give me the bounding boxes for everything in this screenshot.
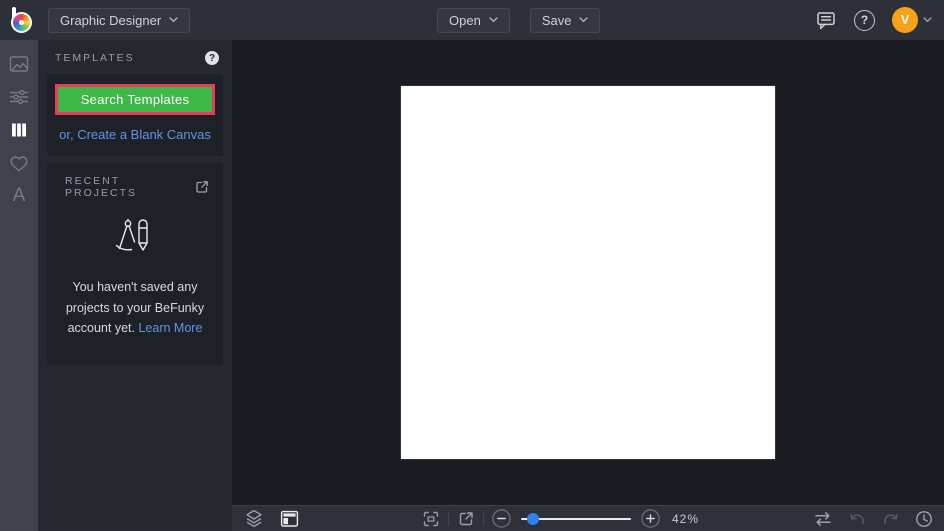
- sidebar-item-favorites[interactable]: [0, 146, 38, 179]
- tool-rail: A: [0, 40, 38, 531]
- empty-line-1: You haven't saved any: [72, 280, 198, 294]
- text-tool-icon: A: [12, 185, 26, 206]
- question-mark-icon: ?: [860, 13, 869, 27]
- panel-header-row: TEMPLATES ?: [38, 40, 232, 74]
- panel-title: TEMPLATES: [55, 52, 135, 64]
- empty-line-2: projects to your BeFunky: [65, 300, 205, 315]
- zoom-level-value: 42%: [672, 511, 700, 526]
- logo-color-wheel-icon: [11, 12, 32, 33]
- heart-icon: [10, 155, 28, 171]
- undo-button[interactable]: [849, 511, 866, 527]
- toolbar-divider: [448, 511, 449, 526]
- redo-icon: [884, 513, 898, 524]
- search-templates-button[interactable]: Search Templates: [58, 87, 212, 112]
- save-button-label: Save: [541, 12, 572, 28]
- image-icon: [9, 55, 29, 72]
- templates-section: Search Templates or, Create a Blank Canv…: [47, 74, 223, 156]
- question-mark-icon: ?: [208, 52, 216, 64]
- recent-projects-title: RECENT PROJECTS: [65, 175, 138, 199]
- toolbar-history-group: [813, 506, 933, 531]
- design-canvas[interactable]: [401, 86, 775, 459]
- sidebar-item-text[interactable]: A: [0, 179, 38, 212]
- main-area: A TEMPLATES ? Search Templates or, Creat…: [0, 40, 944, 531]
- chat-bubble-icon: [817, 12, 835, 30]
- template-manager-button[interactable]: [280, 510, 299, 528]
- bottom-toolbar: 42%: [232, 505, 944, 531]
- layout-icon: [280, 510, 299, 527]
- history-clock-icon: [916, 510, 932, 527]
- avatar-initial: V: [900, 13, 910, 27]
- templates-panel: TEMPLATES ? Search Templates or, Create …: [38, 40, 232, 531]
- save-button[interactable]: Save: [529, 7, 601, 33]
- plus-circle-icon: [641, 509, 660, 528]
- zoom-slider-thumb[interactable]: [527, 512, 540, 525]
- zoom-in-button[interactable]: [641, 509, 660, 528]
- open-in-new-icon: [459, 511, 473, 525]
- external-link-icon: [196, 181, 208, 193]
- history-button[interactable]: [915, 510, 933, 528]
- layers-button[interactable]: [245, 509, 263, 528]
- empty-state-text: You haven't saved any projects to your B…: [57, 277, 213, 339]
- empty-line-3: account yet.: [67, 321, 135, 336]
- open-button-label: Open: [449, 12, 481, 28]
- compare-arrows-icon: [815, 511, 831, 526]
- learn-more-link[interactable]: Learn More: [138, 321, 202, 335]
- sidebar-item-customize[interactable]: [0, 80, 38, 113]
- chevron-down-icon: [923, 17, 932, 23]
- compare-button[interactable]: [813, 511, 833, 527]
- chevron-down-icon: [489, 17, 498, 23]
- fit-to-screen-button[interactable]: [422, 510, 440, 528]
- recent-projects-section: RECENT PROJECTS You haven't saved any pr…: [47, 163, 223, 365]
- canvas-workspace: 42%: [232, 40, 944, 531]
- topbar-right: ? V: [815, 7, 932, 33]
- zoom-slider[interactable]: [521, 512, 631, 525]
- toolbar-zoom-group: 42%: [422, 506, 699, 531]
- templates-help-button[interactable]: ?: [205, 51, 219, 65]
- befunky-logo[interactable]: [10, 6, 36, 34]
- toolbar-divider: [483, 511, 484, 526]
- zoom-out-button[interactable]: [492, 509, 511, 528]
- create-blank-canvas-link[interactable]: or, Create a Blank Canvas: [55, 127, 215, 142]
- drafting-compass-pencil-icon: [115, 218, 148, 251]
- recent-projects-empty-state: You haven't saved any projects to your B…: [57, 217, 213, 339]
- sidebar-item-templates[interactable]: [0, 113, 38, 146]
- sliders-icon: [9, 89, 29, 104]
- account-menu[interactable]: V: [892, 7, 932, 33]
- chevron-down-icon: [579, 17, 589, 23]
- fit-to-screen-icon: [423, 511, 439, 526]
- canvas-area: [232, 40, 944, 505]
- search-templates-highlight: Search Templates: [55, 84, 215, 115]
- app-switcher-label: Graphic Designer: [60, 12, 162, 28]
- redo-button[interactable]: [882, 511, 899, 527]
- topbar: Graphic Designer Open Save ? V: [0, 0, 944, 40]
- layers-icon: [246, 509, 262, 528]
- feedback-chat-button[interactable]: [815, 10, 837, 30]
- columns-icon: [12, 123, 26, 136]
- undo-icon: [850, 513, 864, 524]
- avatar: V: [892, 7, 918, 33]
- minus-circle-icon: [492, 509, 511, 528]
- open-button[interactable]: Open: [437, 7, 510, 33]
- chevron-down-icon: [169, 17, 178, 23]
- toolbar-left-group: [245, 506, 299, 531]
- app-switcher-menu[interactable]: Graphic Designer: [48, 7, 191, 33]
- recent-projects-header-row: RECENT PROJECTS: [57, 175, 213, 199]
- open-projects-manager-button[interactable]: [194, 179, 210, 195]
- help-button[interactable]: ?: [854, 9, 875, 31]
- sidebar-item-image-manager[interactable]: [0, 47, 38, 80]
- file-actions: Open Save: [437, 0, 601, 40]
- fullscreen-preview-button[interactable]: [457, 510, 475, 528]
